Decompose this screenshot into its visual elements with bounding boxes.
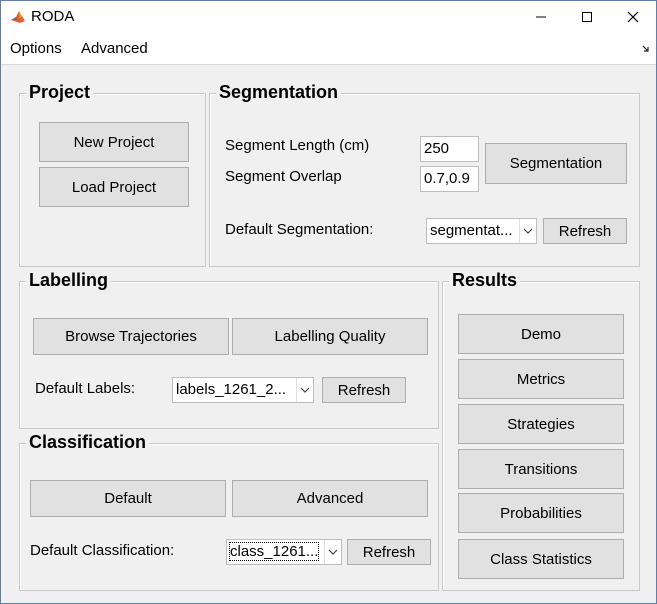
load-project-button[interactable]: Load Project [39, 167, 189, 207]
default-classification-value: class_1261... [228, 542, 320, 561]
default-segmentation-label: Default Segmentation: [225, 221, 374, 238]
app-window: RODA Options Advanced Project New Projec… [0, 0, 657, 604]
chevron-down-icon [324, 540, 341, 564]
segment-overlap-label: Segment Overlap [225, 168, 342, 185]
maximize-button[interactable] [564, 1, 610, 33]
advanced-classification-button[interactable]: Advanced [232, 480, 428, 517]
project-title: Project [26, 81, 94, 103]
default-labels-value: labels_1261_2... [176, 381, 287, 398]
new-project-button[interactable]: New Project [39, 122, 189, 162]
segment-overlap-input[interactable]: 0.7,0.9 [420, 166, 479, 192]
class-statistics-button[interactable]: Class Statistics [458, 539, 624, 579]
minimize-button[interactable] [518, 1, 564, 33]
maximize-icon [582, 12, 592, 23]
classification-panel: Classification Default Advanced Default … [19, 431, 439, 591]
probabilities-button[interactable]: Probabilities [458, 493, 624, 533]
menu-bar: Options Advanced [1, 33, 656, 65]
default-classification-select[interactable]: class_1261... [226, 539, 342, 565]
segmentation-title: Segmentation [216, 81, 342, 103]
window-title: RODA [31, 8, 75, 25]
default-classification-label: Default Classification: [30, 542, 175, 559]
default-segmentation-select[interactable]: segmentat... [426, 218, 537, 244]
chevron-down-icon [519, 219, 536, 243]
classification-refresh-button[interactable]: Refresh [347, 539, 431, 565]
results-panel: Results Demo Metrics Strategies Transiti… [442, 269, 640, 591]
transitions-button[interactable]: Transitions [458, 449, 624, 489]
default-labels-label: Default Labels: [35, 380, 136, 397]
menu-options[interactable]: Options [10, 40, 62, 57]
segmentation-panel: Segmentation Segment Length (cm) 250 Seg… [209, 81, 640, 267]
segment-length-input[interactable]: 250 [420, 136, 479, 162]
classification-title: Classification [26, 431, 150, 453]
labelling-quality-button[interactable]: Labelling Quality [232, 318, 428, 355]
demo-button[interactable]: Demo [458, 314, 624, 354]
dock-arrow-icon[interactable] [642, 45, 650, 53]
segmentation-refresh-button[interactable]: Refresh [543, 218, 627, 244]
project-panel: Project New Project Load Project [19, 81, 206, 267]
labels-refresh-button[interactable]: Refresh [322, 377, 406, 403]
matlab-icon [10, 9, 26, 25]
default-classification-button[interactable]: Default [30, 480, 226, 517]
segmentation-button[interactable]: Segmentation [485, 143, 627, 184]
default-labels-select[interactable]: labels_1261_2... [172, 377, 314, 403]
title-bar: RODA [1, 1, 656, 33]
results-title: Results [449, 269, 521, 291]
segment-length-label: Segment Length (cm) [225, 137, 370, 154]
chevron-down-icon [296, 378, 313, 402]
close-icon [627, 11, 639, 23]
default-segmentation-value: segmentat... [430, 222, 513, 239]
close-button[interactable] [610, 1, 656, 33]
metrics-button[interactable]: Metrics [458, 359, 624, 399]
browse-trajectories-button[interactable]: Browse Trajectories [33, 318, 229, 355]
menu-advanced[interactable]: Advanced [81, 40, 148, 57]
minimize-icon [536, 16, 546, 18]
strategies-button[interactable]: Strategies [458, 404, 624, 444]
labelling-panel: Labelling Browse Trajectories Labelling … [19, 269, 439, 429]
labelling-title: Labelling [26, 269, 112, 291]
